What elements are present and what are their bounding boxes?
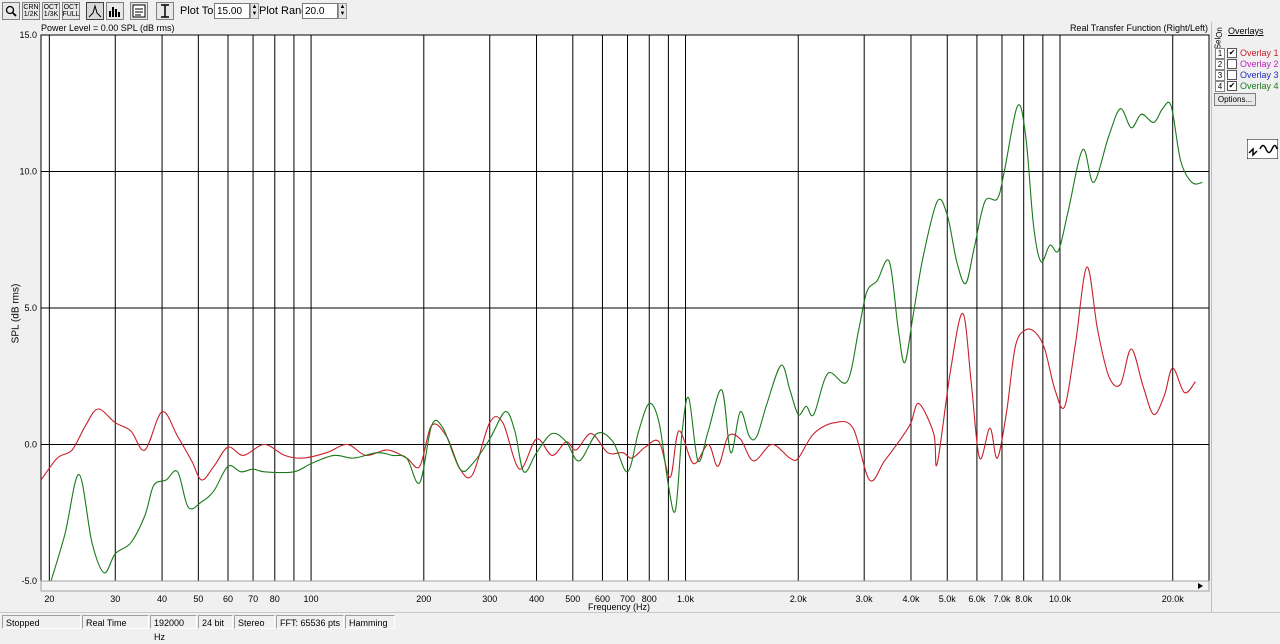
status-window: Hamming — [345, 615, 395, 629]
x-tick-label: 4.0k — [902, 594, 920, 604]
options-button[interactable]: Options... — [1214, 93, 1256, 106]
status-channels: Stereo — [234, 615, 275, 629]
status-bar: Stopped Real Time 192000 Hz 24 bit Stere… — [0, 612, 1280, 642]
x-tick-label: 2.0k — [790, 594, 808, 604]
horizontal-scrollbar[interactable] — [40, 580, 1210, 592]
x-tick-label: 500 — [565, 594, 580, 604]
on-column-header: On — [1214, 27, 1224, 38]
x-tick-label: 5.0k — [939, 594, 957, 604]
spectrum-chart[interactable]: 20 30 40 50 60 70 80 100 200 300 400 500 600 700 800 1.… — [0, 0, 1211, 612]
overlay-row[interactable]: 3 Overlay 3 — [1215, 69, 1279, 81]
overlay-checkbox[interactable]: ✔ — [1227, 81, 1237, 91]
y-tick-label: 5.0 — [24, 303, 37, 313]
y-tick-label: 10.0 — [19, 167, 37, 177]
overlay-checkbox[interactable] — [1227, 59, 1237, 69]
x-tick-label: 800 — [642, 594, 657, 604]
y-tick-label: -5.0 — [21, 576, 37, 586]
x-tick-label: 20 — [44, 594, 54, 604]
x-tick-label: 1.0k — [677, 594, 695, 604]
x-tick-label: 20.0k — [1162, 594, 1185, 604]
x-tick-label: 600 — [595, 594, 610, 604]
overlay-name: Overlay 1 — [1240, 48, 1279, 58]
overlay-select[interactable]: 2 — [1215, 58, 1225, 70]
overlay-select[interactable]: 4 — [1215, 80, 1225, 92]
x-tick-label: 200 — [416, 594, 431, 604]
scrollbar-track[interactable] — [40, 580, 1210, 592]
overlay-name: Overlay 3 — [1240, 70, 1279, 80]
x-tick-label: 70 — [248, 594, 258, 604]
overlay-row[interactable]: 4 ✔ Overlay 4 — [1215, 80, 1279, 92]
x-tick-label: 6.0k — [968, 594, 986, 604]
overlay-name: Overlay 2 — [1240, 59, 1279, 69]
x-tick-label: 8.0k — [1015, 594, 1033, 604]
status-bits: 24 bit — [198, 615, 233, 629]
overlays-title: Overlays — [1228, 26, 1264, 36]
status-mode: Real Time — [82, 615, 149, 629]
overlay-panel: Overlays Sel On 1 ✔ Overlay 1 2 Overlay 2 3 Ov… — [1211, 22, 1280, 612]
y-tick-label: 15.0 — [19, 30, 37, 40]
x-tick-label: 60 — [223, 594, 233, 604]
overlay-checkbox[interactable] — [1227, 70, 1237, 80]
overlay-row[interactable]: 2 Overlay 2 — [1215, 58, 1279, 70]
x-tick-label: 50 — [193, 594, 203, 604]
x-tick-label: 300 — [482, 594, 497, 604]
x-tick-label: 40 — [157, 594, 167, 604]
overlay-checkbox[interactable]: ✔ — [1227, 48, 1237, 58]
overlay-select[interactable]: 1 — [1215, 47, 1225, 59]
overlay-select[interactable]: 3 — [1215, 69, 1225, 81]
x-tick-label: 3.0k — [856, 594, 874, 604]
x-tick-label: 7.0k — [993, 594, 1011, 604]
overlay-row[interactable]: 1 ✔ Overlay 1 — [1215, 47, 1279, 59]
x-tick-label: 30 — [110, 594, 120, 604]
status-fft: FFT: 65536 pts — [276, 615, 344, 629]
analyzer-logo-icon — [1247, 139, 1278, 159]
status-rate: 192000 Hz — [150, 615, 197, 642]
x-tick-label: 100 — [304, 594, 319, 604]
x-tick-label: 700 — [620, 594, 635, 604]
x-tick-label: 80 — [270, 594, 280, 604]
overlay-name: Overlay 4 — [1240, 81, 1279, 91]
x-tick-label: 400 — [529, 594, 544, 604]
x-tick-label: 10.0k — [1049, 594, 1072, 604]
y-tick-label: 0.0 — [24, 440, 37, 450]
status-state: Stopped — [2, 615, 81, 629]
